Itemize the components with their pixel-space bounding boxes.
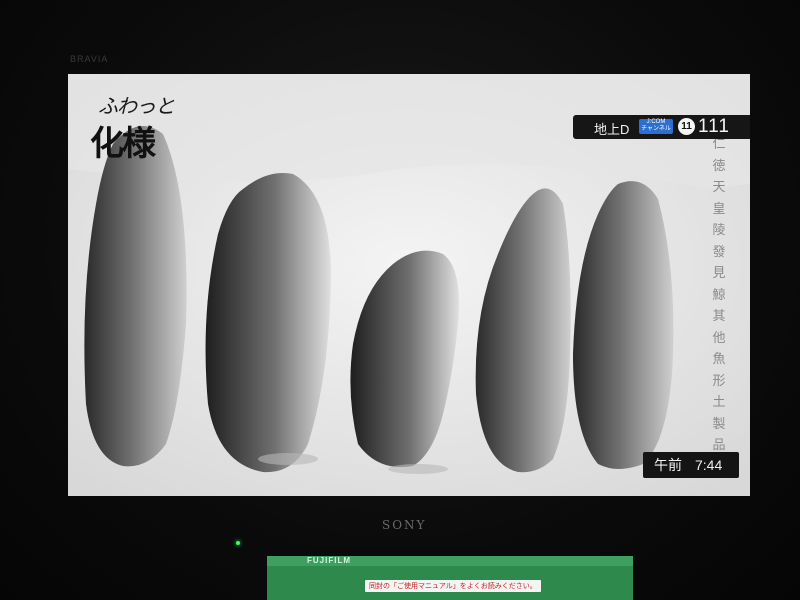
channel-banner: 地上D J:COM チャンネル 11 111 — [573, 115, 750, 139]
program-logo: ふわっと 化様 — [90, 90, 190, 164]
vertical-caption: 仁徳天皇陵發見鯨其他魚形土製品 — [712, 137, 726, 453]
clock-display: 午前 7:44 — [643, 452, 739, 478]
broadcast-source: 地上D — [594, 122, 630, 137]
clock-time: 7:44 — [695, 457, 723, 473]
program-logo-big: 化様 — [90, 124, 156, 164]
tv-brand-logo: SONY — [382, 518, 427, 532]
clock-ampm: 午前 — [654, 457, 682, 473]
provider-sub: チャンネル — [641, 126, 671, 132]
tv-screen: ふわっと 化様 仁徳天皇陵發見鯨其他魚形土製品 地上D J:COM チャンネル … — [68, 74, 750, 496]
film-box: FUJIFILM 同封の「ご使用マニュアル」をよくお読みください。 — [267, 556, 633, 600]
program-logo-small: ふわっと — [98, 94, 175, 118]
clay-figure-2 — [205, 173, 331, 473]
power-led-icon — [236, 541, 240, 545]
channel-number: 111 — [698, 116, 730, 137]
channel-id-badge: 11 — [678, 118, 695, 135]
tv-model-label: BRAVIA — [70, 54, 109, 64]
provider-logo: J:COM チャンネル — [639, 119, 673, 134]
film-box-label: 同封の「ご使用マニュアル」をよくお読みください。 — [365, 580, 541, 592]
provider-name: J:COM — [646, 119, 666, 125]
film-box-brand: FUJIFILM — [307, 556, 351, 565]
